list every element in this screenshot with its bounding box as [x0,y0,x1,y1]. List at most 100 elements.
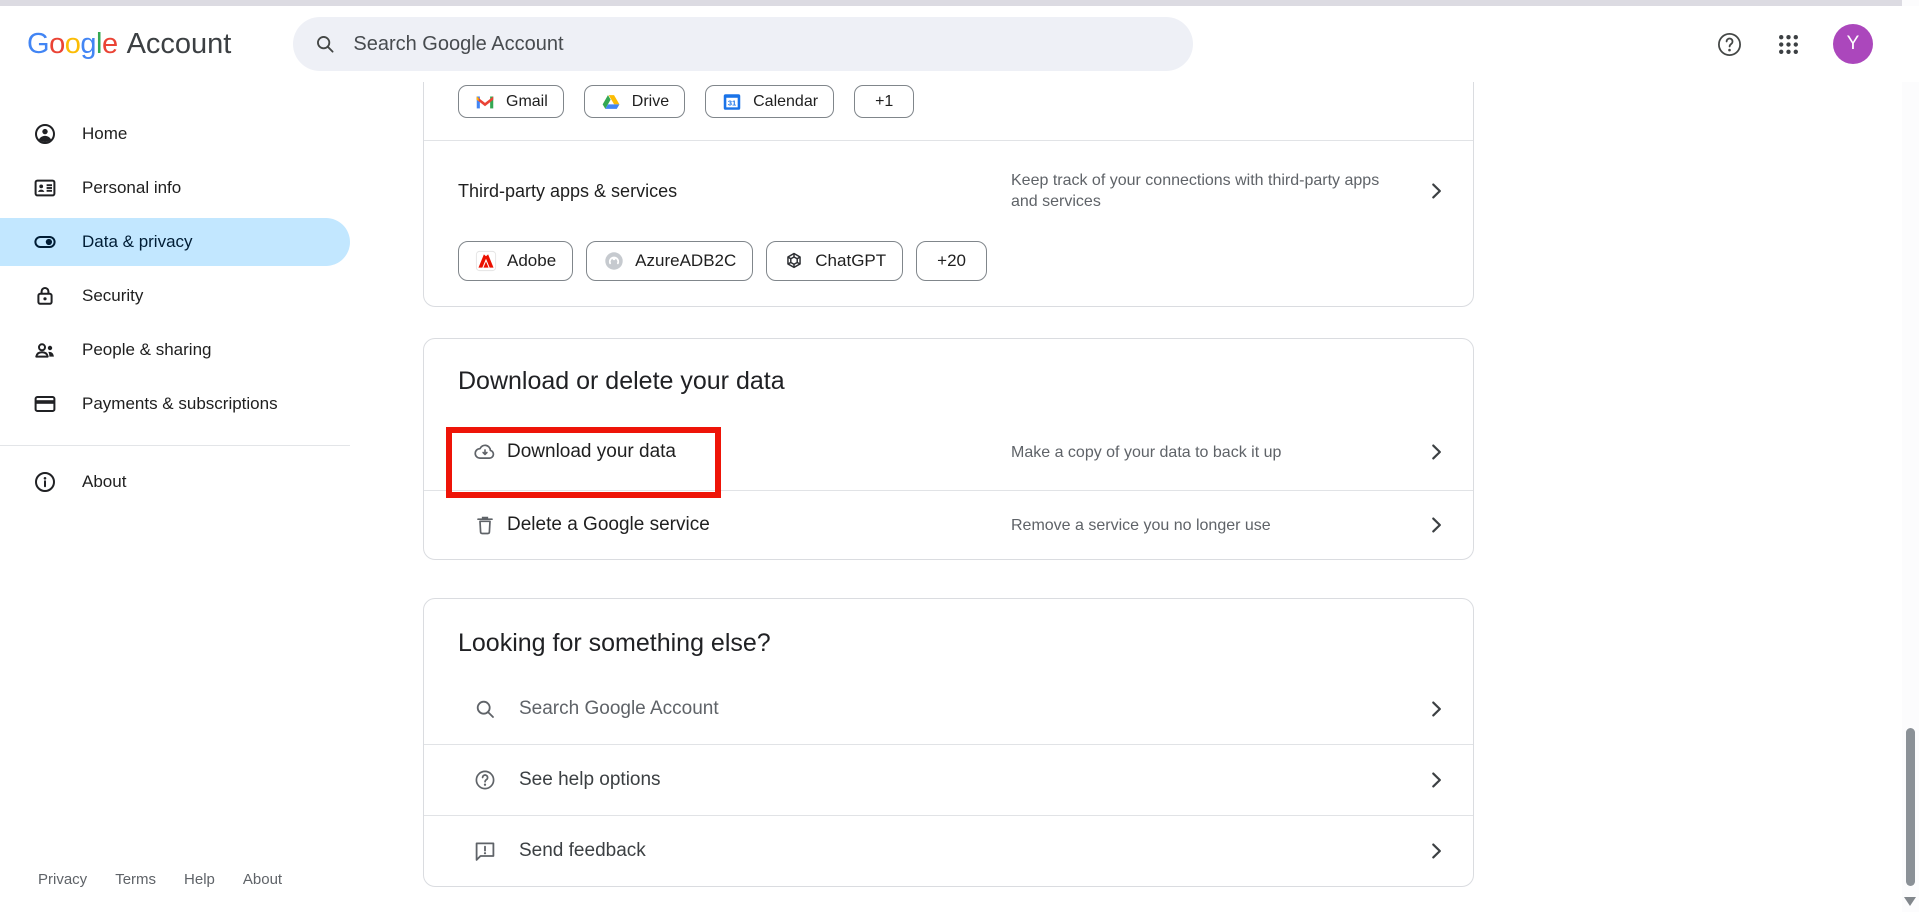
chip-gmail[interactable]: Gmail [458,85,564,118]
sidebar-item-about[interactable]: About [0,458,350,506]
sidebar-item-label: Personal info [82,178,181,198]
row-label: Download your data [507,441,676,463]
chip-more-apps[interactable]: +20 [916,241,987,281]
chevron-right-icon [1425,180,1447,202]
lock-icon [33,284,57,308]
logo-letter: g [80,28,96,61]
drive-icon [600,91,622,113]
row-label: Send feedback [519,840,646,862]
footer-link-privacy[interactable]: Privacy [38,871,87,888]
chevron-right-icon [1425,698,1447,720]
sidebar-item-label: Payments & subscriptions [82,394,278,414]
adobe-icon [475,250,497,272]
sidebar-item-label: About [82,472,126,492]
chevron-right-icon [1425,514,1447,536]
chip-label: Drive [632,93,669,111]
chip-label: ChatGPT [815,251,886,271]
chip-label: AzureADB2C [635,251,736,271]
credit-card-icon [33,392,57,416]
toggle-icon [33,230,57,254]
row-description: Make a copy of your data to back it up [1011,442,1411,463]
cloud-download-icon [473,440,497,464]
search-google-account-row[interactable]: Search Google Account [424,674,1473,744]
search-icon [473,697,497,721]
google-account-logo[interactable]: Google Account [27,28,231,61]
chip-chatgpt[interactable]: ChatGPT [766,241,903,281]
main-content: Gmail Drive 31 Calendar [350,82,1919,887]
chip-label: +20 [937,251,966,271]
card-title: Looking for something else? [424,599,1473,674]
row-label: Delete a Google service [507,514,710,536]
search-placeholder: Search Google Account [353,33,563,56]
card-title: Download or delete your data [424,339,1473,414]
third-party-connections-card: Gmail Drive 31 Calendar [423,82,1474,307]
chip-adobe[interactable]: Adobe [458,241,573,281]
chip-azureadb2c[interactable]: AzureADB2C [586,241,753,281]
app-chips-row: Adobe AzureADB2C ChatGPT [424,241,1473,306]
apps-grid-icon[interactable] [1774,30,1802,58]
logo-letter: o [65,28,81,61]
chip-label: Gmail [506,93,548,111]
scrollbar [1902,0,1919,912]
gmail-icon [474,91,496,113]
calendar-icon: 31 [721,91,743,113]
delete-google-service-row[interactable]: Delete a Google service Remove a service… [424,491,1473,559]
sidebar-item-personal-info[interactable]: Personal info [0,164,350,212]
sidebar-item-security[interactable]: Security [0,272,350,320]
chip-drive[interactable]: Drive [584,85,685,118]
row-description: Keep track of your connections with thir… [1011,170,1411,212]
row-description: Remove a service you no longer use [1011,515,1411,536]
person-circle-icon [33,122,57,146]
info-icon [33,470,57,494]
sidebar-divider [0,445,350,446]
footer-link-about[interactable]: About [243,871,282,888]
send-feedback-row[interactable]: Send feedback [424,816,1473,886]
sidebar-nav: Home Personal info Data & privacy Securi… [0,82,350,512]
logo-letter: G [27,28,49,61]
chip-calendar[interactable]: 31 Calendar [705,85,834,118]
people-icon [33,338,57,362]
logo-letter: e [102,28,118,61]
chatgpt-icon [783,250,805,272]
sidebar-item-label: Home [82,124,127,144]
contact-card-icon [33,176,57,200]
sidebar-item-payments[interactable]: Payments & subscriptions [0,380,350,428]
scrollbar-down-arrow-icon[interactable] [1904,897,1916,906]
scrollbar-thumb[interactable] [1906,728,1915,886]
third-party-apps-row[interactable]: Third-party apps & services Keep track o… [424,141,1473,241]
chevron-right-icon [1425,840,1447,862]
help-icon[interactable] [1715,30,1743,58]
row-title: Third-party apps & services [458,181,677,202]
looking-for-something-else-card: Looking for something else? Search Googl… [423,598,1474,887]
chip-label: Calendar [753,93,818,111]
trash-icon [473,513,497,537]
feedback-icon [473,839,497,863]
sidebar-item-label: People & sharing [82,340,211,360]
download-your-data-row[interactable]: Download your data Make a copy of your d… [424,414,1473,490]
logo-letter: o [49,28,65,61]
logo-product-name: Account [127,28,232,61]
sidebar-item-label: Data & privacy [82,232,193,252]
generic-app-icon [603,250,625,272]
help-icon [473,768,497,792]
sidebar-item-data-privacy[interactable]: Data & privacy [0,218,350,266]
sidebar-item-people-sharing[interactable]: People & sharing [0,326,350,374]
download-delete-card: Download or delete your data Download yo… [423,338,1474,560]
chip-more-services[interactable]: +1 [854,85,914,118]
chip-label: +1 [875,93,893,111]
svg-text:31: 31 [728,98,736,107]
see-help-options-row[interactable]: See help options [424,745,1473,815]
chevron-right-icon [1425,441,1447,463]
chip-label: Adobe [507,251,556,271]
footer-link-terms[interactable]: Terms [115,871,156,888]
avatar[interactable]: Y [1833,24,1873,64]
sidebar-item-label: Security [82,286,143,306]
row-label: See help options [519,769,661,791]
row-label: Search Google Account [519,698,719,720]
page-footer: Privacy Terms Help About [38,871,282,888]
sidebar-item-home[interactable]: Home [0,110,350,158]
search-icon [314,33,336,55]
search-input[interactable]: Search Google Account [293,17,1193,71]
footer-link-help[interactable]: Help [184,871,215,888]
app-header: Google Account Search Google Account Y [0,6,1919,82]
